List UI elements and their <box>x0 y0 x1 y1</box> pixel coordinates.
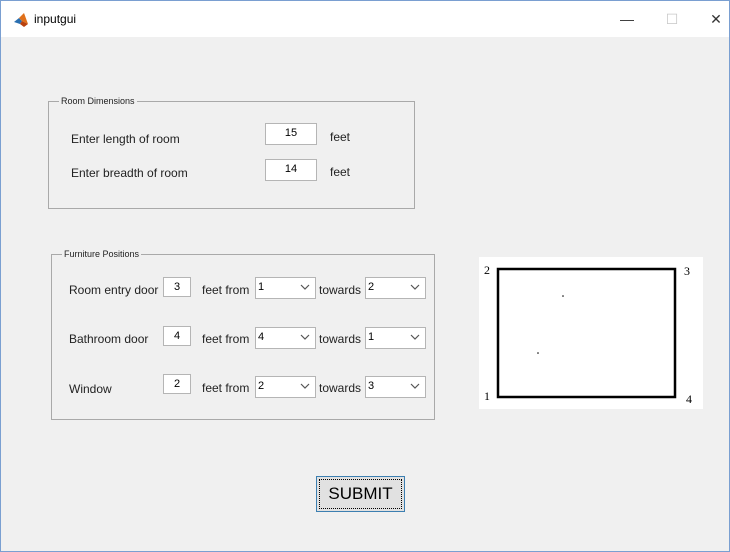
title-bar[interactable]: inputgui — ☐ ✕ <box>1 1 729 37</box>
towards-corner-select[interactable]: 3 <box>365 376 426 398</box>
chevron-down-icon <box>300 383 310 389</box>
feet-from-label: feet from <box>202 283 250 297</box>
minimize-button[interactable]: — <box>612 9 642 29</box>
window-title: inputgui <box>34 12 77 26</box>
app-window: inputgui — ☐ ✕ Room Dimensions Enter len… <box>0 0 730 552</box>
breadth-input[interactable]: 14 <box>265 159 317 181</box>
distance-input[interactable]: 2 <box>163 374 191 394</box>
matlab-icon <box>14 13 28 27</box>
from-corner-select[interactable]: 2 <box>255 376 316 398</box>
towards-label: towards <box>319 381 362 395</box>
distance-input[interactable]: 4 <box>163 326 191 346</box>
length-label: Enter length of room <box>71 132 180 146</box>
chevron-down-icon <box>410 383 420 389</box>
position-marker <box>537 352 539 354</box>
room-diagram: 2 3 1 4 <box>479 257 703 409</box>
row-label: Window <box>69 382 112 396</box>
from-corner-select[interactable]: 1 <box>255 277 316 299</box>
corner-label-3: 3 <box>684 264 690 278</box>
submit-button[interactable]: SUBMIT <box>316 476 405 512</box>
room-dimensions-title: Room Dimensions <box>59 95 137 107</box>
breadth-label: Enter breadth of room <box>71 166 188 180</box>
row-label: Bathroom door <box>69 332 149 346</box>
maximize-button[interactable]: ☐ <box>657 9 687 29</box>
length-input[interactable]: 15 <box>265 123 317 145</box>
towards-corner-select[interactable]: 1 <box>365 327 426 349</box>
towards-label: towards <box>319 283 362 297</box>
chevron-down-icon <box>410 334 420 340</box>
length-unit: feet <box>330 130 351 144</box>
from-corner-value: 1 <box>258 281 265 293</box>
corner-label-4: 4 <box>686 392 692 406</box>
distance-input[interactable]: 3 <box>163 277 191 297</box>
row-label: Room entry door <box>69 283 159 297</box>
position-marker <box>562 295 564 297</box>
close-button[interactable]: ✕ <box>701 9 730 29</box>
chevron-down-icon <box>300 284 310 290</box>
feet-from-label: feet from <box>202 381 250 395</box>
towards-corner-value: 3 <box>368 380 375 392</box>
furniture-positions-title: Furniture Positions <box>62 248 142 260</box>
towards-label: towards <box>319 332 362 346</box>
chevron-down-icon <box>300 334 310 340</box>
breadth-unit: feet <box>330 165 351 179</box>
from-corner-select[interactable]: 4 <box>255 327 316 349</box>
corner-label-2: 2 <box>484 263 490 277</box>
furniture-positions-panel: Furniture Positions Room entry door 3 fe… <box>51 248 435 420</box>
corner-label-1: 1 <box>484 389 490 403</box>
towards-corner-select[interactable]: 2 <box>365 277 426 299</box>
room-dimensions-panel: Room Dimensions Enter length of room 15 … <box>48 95 415 209</box>
feet-from-label: feet from <box>202 332 250 346</box>
towards-corner-value: 1 <box>368 331 375 343</box>
from-corner-value: 4 <box>258 331 265 343</box>
chevron-down-icon <box>410 284 420 290</box>
room-outline <box>496 267 677 399</box>
towards-corner-value: 2 <box>368 281 375 293</box>
from-corner-value: 2 <box>258 380 265 392</box>
